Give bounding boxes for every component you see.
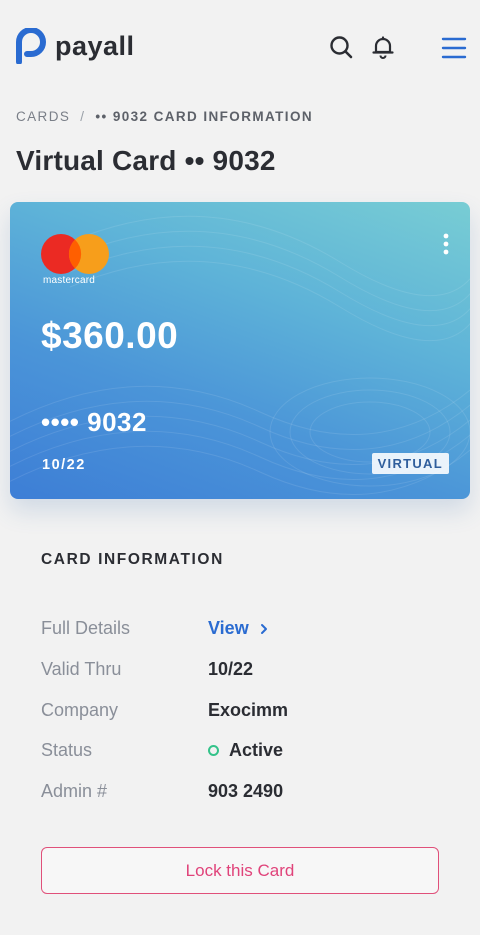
info-value: Exocimm: [208, 700, 289, 720]
info-value: 903 2490: [208, 781, 284, 801]
brand-name: payall: [55, 30, 135, 61]
info-label: Full Details: [41, 618, 131, 638]
info-row-company: Company Exocimm: [41, 700, 441, 724]
bell-icon[interactable]: [370, 34, 396, 60]
app-header: payall: [0, 0, 480, 90]
info-row-valid-thru: Valid Thru 10/22: [41, 659, 441, 683]
status-value: Active: [208, 740, 283, 761]
info-label: Admin #: [41, 781, 108, 801]
virtual-card[interactable]: mastercard $360.00 •••• 9032 10/22 VIRTU…: [10, 202, 470, 499]
view-link-label: View: [208, 618, 249, 638]
hamburger-menu-icon[interactable]: [441, 35, 467, 61]
status-text: Active: [229, 740, 284, 760]
breadcrumb-current: •• 9032 CARD INFORMATION: [95, 109, 313, 124]
card-more-options-icon[interactable]: [440, 232, 452, 256]
card-balance: $360.00: [41, 315, 179, 356]
view-details-link[interactable]: View: [208, 618, 269, 639]
mastercard-logo-icon: [41, 234, 109, 274]
lock-card-button[interactable]: Lock this Card: [41, 847, 439, 894]
page-title: Virtual Card •• 9032: [16, 145, 276, 176]
info-row-status: Status Active: [41, 740, 441, 764]
card-number: •••• 9032: [41, 407, 147, 437]
chevron-right-icon: [260, 623, 267, 634]
status-active-dot-icon: [208, 745, 219, 756]
card-type-badge: VIRTUAL: [371, 453, 449, 474]
brand-logo[interactable]: payall: [16, 28, 135, 64]
info-label: Valid Thru: [41, 659, 122, 679]
card-network-name: mastercard: [43, 275, 96, 286]
info-row-full-details: Full Details View: [41, 618, 441, 642]
payall-logo-icon: [16, 28, 46, 64]
info-label: Status: [41, 740, 93, 760]
info-label: Company: [41, 700, 119, 720]
section-title-card-information: CARD INFORMATION: [41, 551, 224, 568]
info-value: 10/22: [208, 659, 254, 679]
breadcrumb: CARDS / •• 9032 CARD INFORMATION: [16, 109, 313, 124]
breadcrumb-separator: /: [80, 109, 86, 124]
info-row-admin: Admin # 903 2490: [41, 781, 441, 805]
search-icon[interactable]: [328, 34, 354, 60]
card-expiry: 10/22: [42, 457, 86, 473]
breadcrumb-cards-link[interactable]: CARDS: [16, 109, 70, 124]
